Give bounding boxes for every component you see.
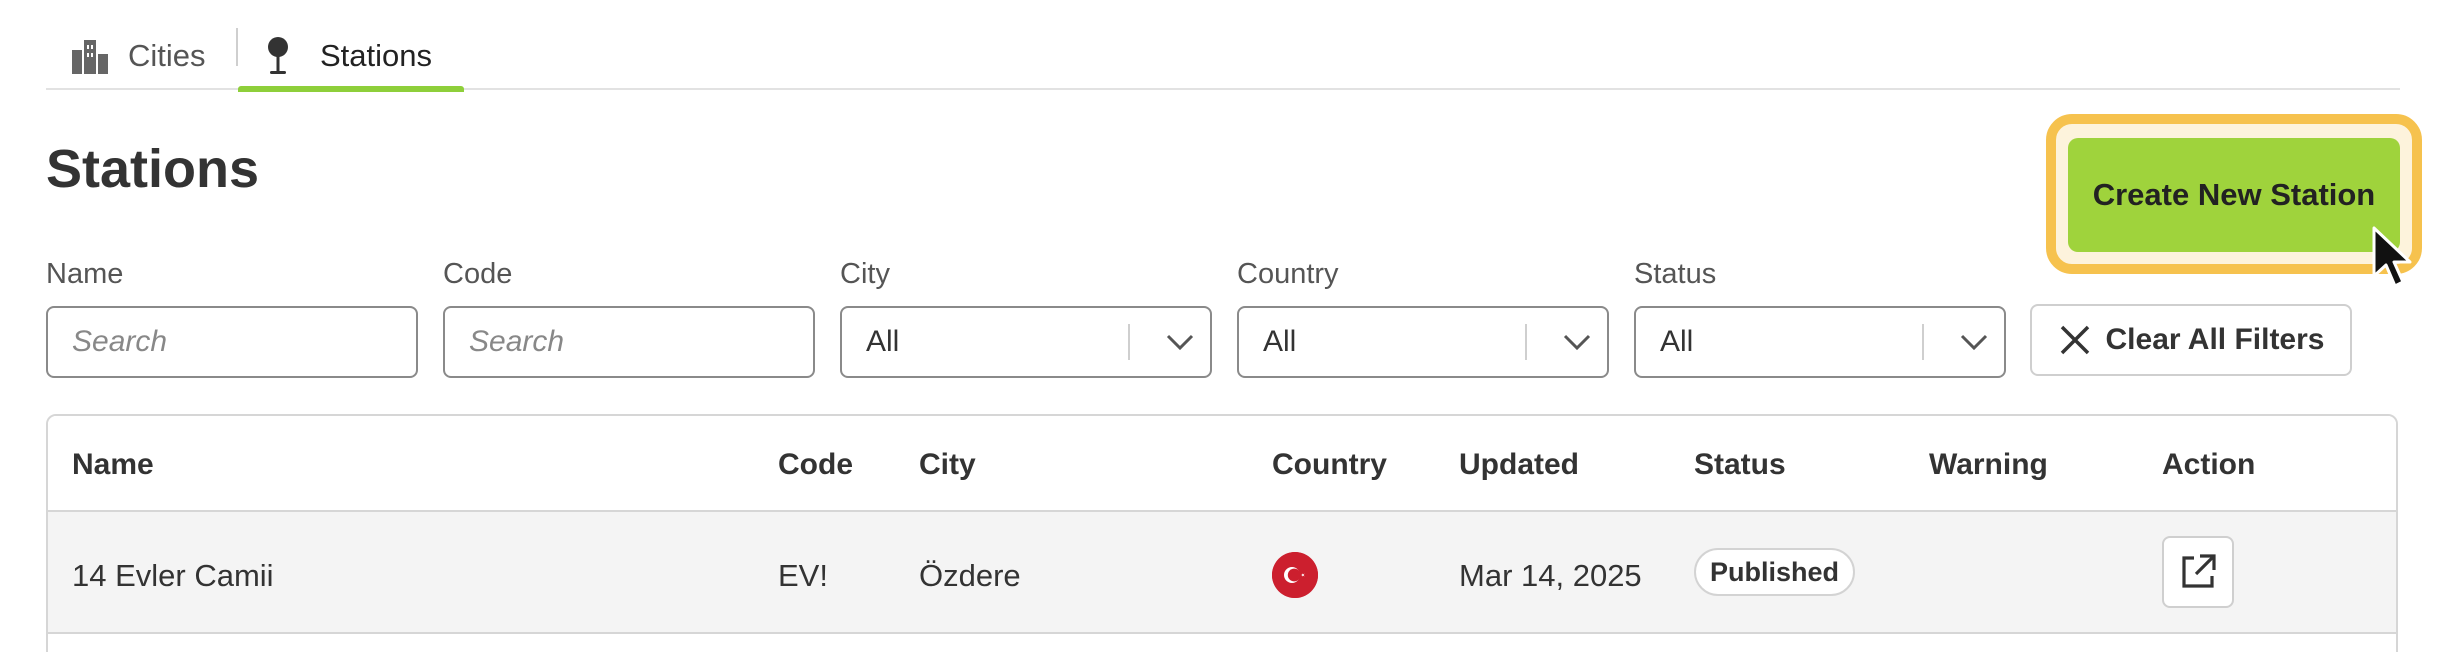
column-header-city[interactable]: City <box>919 448 976 482</box>
create-new-station-button[interactable]: Create New Station <box>2068 138 2400 252</box>
tab-stations[interactable]: Stations <box>238 22 464 92</box>
chevron-down-icon[interactable] <box>1944 333 2004 351</box>
filter-country-label: Country <box>1237 258 1339 290</box>
cell-city: Özdere <box>919 558 1021 593</box>
filter-name-field[interactable] <box>46 306 418 378</box>
cell-name: 14 Evler Camii <box>72 558 274 593</box>
table-header: Name Code City Country Updated Status Wa… <box>48 416 2396 512</box>
close-icon <box>2060 325 2089 355</box>
country-select-value: All <box>1263 325 1297 358</box>
filter-name-label: Name <box>46 258 124 290</box>
city-buildings-icon <box>70 36 110 76</box>
country-select[interactable]: All <box>1237 306 1609 378</box>
tab-cities-label: Cities <box>128 38 206 73</box>
status-select-value: All <box>1660 325 1694 358</box>
column-header-country[interactable]: Country <box>1272 448 1387 482</box>
column-header-updated[interactable]: Updated <box>1459 448 1579 482</box>
column-header-code[interactable]: Code <box>778 448 853 482</box>
chevron-down-icon[interactable] <box>1547 333 1607 351</box>
code-search-input[interactable] <box>469 325 813 359</box>
tab-stations-label: Stations <box>320 38 433 73</box>
turkey-flag-icon <box>1272 552 1318 598</box>
mouse-cursor-icon <box>2372 226 2412 288</box>
select-separator <box>1525 324 1527 360</box>
filter-code-label: Code <box>443 258 513 290</box>
filter-status-label: Status <box>1634 258 1717 290</box>
clear-all-filters-button[interactable]: Clear All Filters <box>2030 304 2352 376</box>
select-separator <box>1128 324 1130 360</box>
city-select[interactable]: All <box>840 306 1212 378</box>
tab-bar: Cities Stations <box>46 0 2400 92</box>
active-tab-indicator <box>238 86 464 92</box>
status-select[interactable]: All <box>1634 306 2006 378</box>
chevron-down-icon[interactable] <box>1150 333 1210 351</box>
filter-code-field[interactable] <box>443 306 815 378</box>
clear-all-filters-label: Clear All Filters <box>2105 323 2325 356</box>
city-select-value: All <box>866 325 900 358</box>
cell-code: EV! <box>778 558 828 593</box>
column-header-name[interactable]: Name <box>72 448 154 482</box>
open-external-icon <box>2182 554 2216 588</box>
column-header-status[interactable]: Status <box>1694 448 1786 482</box>
station-pin-icon <box>258 36 298 76</box>
status-badge: Published <box>1694 548 1856 596</box>
table-row[interactable]: 14 Evler Camii EV! Özdere Mar 14, 2025 P… <box>48 512 2396 634</box>
open-station-button[interactable] <box>2162 536 2234 608</box>
filter-city-label: City <box>840 258 890 290</box>
cell-updated: Mar 14, 2025 <box>1459 558 1642 593</box>
select-separator <box>1922 324 1924 360</box>
stations-table: Name Code City Country Updated Status Wa… <box>46 414 2398 652</box>
column-header-action: Action <box>2162 448 2256 481</box>
column-header-warning[interactable]: Warning <box>1929 448 2048 482</box>
tab-cities[interactable]: Cities <box>70 22 206 90</box>
page-title: Stations <box>46 139 260 199</box>
name-search-input[interactable] <box>72 325 416 359</box>
